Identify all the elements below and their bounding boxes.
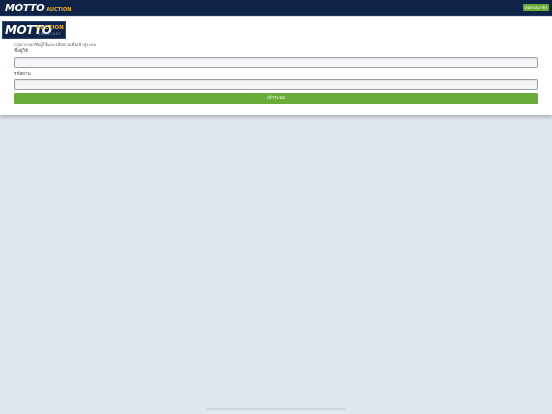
password-label: รหัสผ่าน bbox=[14, 72, 31, 77]
navbar-logo[interactable]: MOTTO AUCTION bbox=[5, 3, 71, 14]
password-input[interactable] bbox=[14, 79, 538, 90]
navbar-logo-motto: MOTTO bbox=[5, 3, 45, 14]
username-input[interactable] bbox=[14, 57, 538, 68]
brand-logo: MOTTO AUCTION SIMULCAST bbox=[2, 21, 66, 39]
login-instruction: กรุณากรอกชื่อผู้ใช้และรหัสผ่านเพื่อเข้าส… bbox=[14, 42, 97, 47]
login-submit-button[interactable]: เข้าระบบ bbox=[14, 93, 538, 104]
register-button[interactable]: สมัครสมาชิก bbox=[523, 4, 549, 11]
username-label: ชื่อผู้ใช้ bbox=[14, 49, 28, 54]
top-navbar: MOTTO AUCTION สมัครสมาชิก bbox=[0, 0, 552, 16]
login-card: MOTTO AUCTION SIMULCAST กรุณากรอกชื่อผู้… bbox=[0, 17, 552, 115]
brand-logo-auction: AUCTION bbox=[36, 25, 64, 31]
brand-logo-tagline: SIMULCAST bbox=[38, 32, 61, 36]
navbar-logo-auction: AUCTION bbox=[46, 7, 72, 13]
horizontal-scrollbar[interactable] bbox=[206, 408, 346, 410]
